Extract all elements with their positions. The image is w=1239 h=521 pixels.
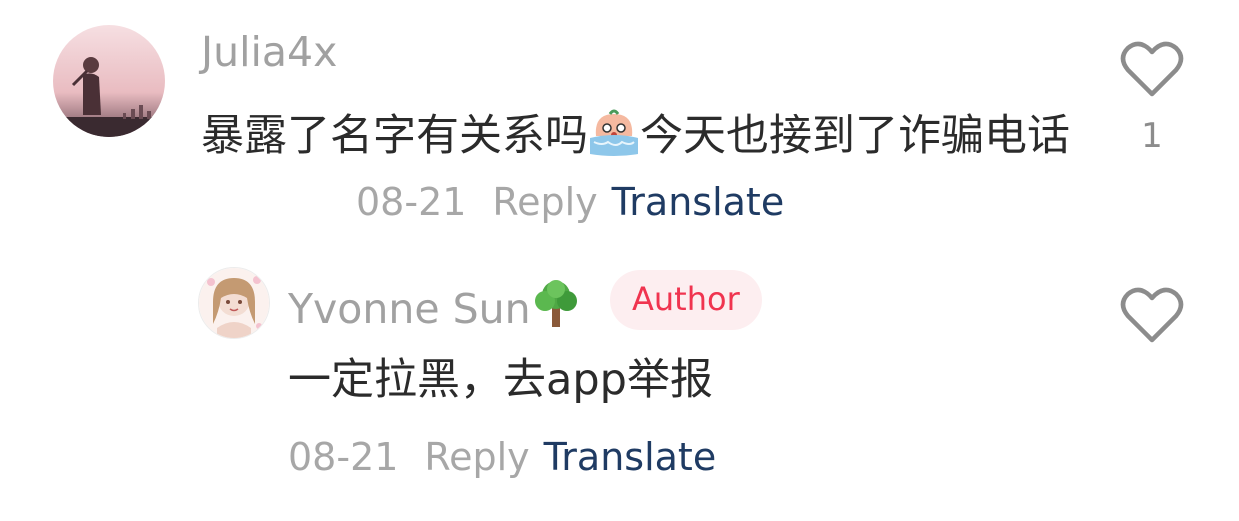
avatar-image — [53, 25, 165, 137]
reply-text: 一定拉黑，去app举报 — [288, 355, 713, 405]
comment-meta: 08-21 Reply Translate — [356, 179, 784, 225]
reply-button[interactable]: Reply — [424, 435, 529, 479]
heart-icon[interactable] — [1120, 40, 1184, 98]
avatar[interactable] — [53, 25, 165, 137]
crying-face-emoji-icon — [588, 108, 640, 158]
translate-button[interactable]: Translate — [612, 180, 785, 224]
translate-button[interactable]: Translate — [544, 435, 717, 479]
comment-item: Julia4x 暴露了名字有关系吗 今天也接到了诈骗电话 08-21 Reply T… — [0, 0, 1239, 250]
avatar-image — [199, 268, 269, 338]
comment-username[interactable]: Julia4x — [201, 28, 337, 76]
comment-text-part2: 今天也接到了诈骗电话 — [640, 111, 1070, 161]
comment-text: 暴露了名字有关系吗 今天也接到了诈骗电话 — [201, 104, 1101, 168]
heart-icon[interactable] — [1120, 286, 1184, 344]
reply-date: 08-21 — [288, 435, 399, 479]
reply-username[interactable]: Yvonne Sun — [288, 277, 581, 333]
reply-username-text: Yvonne Sun — [288, 285, 531, 333]
reply-item: Yvonne Sun Author 一定拉黑，去app举报 08-21 Reply… — [0, 250, 1239, 521]
like-control[interactable] — [1112, 286, 1192, 348]
comment-text-part1: 暴露了名字有关系吗 — [201, 111, 588, 161]
like-control[interactable]: 1 — [1112, 40, 1192, 156]
author-badge: Author — [610, 270, 762, 330]
avatar[interactable] — [198, 267, 270, 339]
reply-meta: 08-21 Reply Translate — [288, 434, 716, 480]
comment-date: 08-21 — [356, 180, 467, 224]
reply-button[interactable]: Reply — [492, 180, 597, 224]
like-count: 1 — [1141, 116, 1163, 156]
tree-icon — [531, 277, 581, 329]
